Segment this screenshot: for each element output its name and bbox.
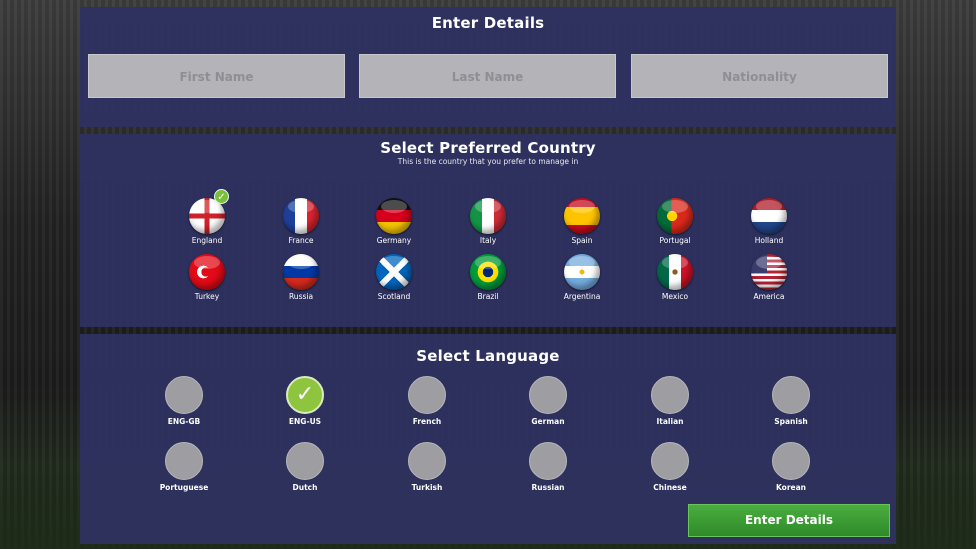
language-label: Spanish [774, 417, 808, 426]
radio-circle [408, 442, 446, 480]
france-flag-icon [283, 198, 319, 234]
language-label: ENG-US [288, 417, 322, 426]
language-turkish[interactable]: Turkish [387, 442, 467, 492]
germany-flag-icon [376, 198, 412, 234]
selected-check-icon: ✓ [214, 189, 229, 204]
usa-flag-icon [751, 254, 787, 290]
radio-circle [408, 376, 446, 414]
country-label: America [753, 292, 785, 301]
details-panel: Enter Details First Name Last Name Natio… [80, 7, 896, 127]
details-title: Enter Details [431, 14, 545, 32]
turkey-flag-icon [189, 254, 225, 290]
country-turkey[interactable]: Turkey [177, 254, 237, 301]
country-portugal[interactable]: Portugal [645, 198, 705, 245]
language-chinese[interactable]: Chinese [630, 442, 710, 492]
radio-circle [529, 376, 567, 414]
language-italian[interactable]: Italian [630, 376, 710, 426]
scotland-flag-icon [376, 254, 412, 290]
language-label: Turkish [411, 483, 443, 492]
italy-flag-icon [470, 198, 506, 234]
language-label: Portuguese [159, 483, 209, 492]
country-germany[interactable]: Germany [364, 198, 424, 245]
country-russia[interactable]: Russia [271, 254, 331, 301]
portugal-flag-icon [657, 198, 693, 234]
country-england[interactable]: England [177, 198, 237, 245]
language-label: Dutch [292, 483, 318, 492]
enter-details-button[interactable]: Enter Details [688, 504, 890, 537]
mexico-flag-icon [657, 254, 693, 290]
language-label: Korean [775, 483, 807, 492]
language-russian[interactable]: Russian [508, 442, 588, 492]
country-label: Portugal [659, 236, 691, 245]
language-label: ENG-GB [167, 417, 201, 426]
country-mexico[interactable]: Mexico [645, 254, 705, 301]
country-spain[interactable]: Spain [552, 198, 612, 245]
language-label: Italian [656, 417, 684, 426]
country-label: Turkey [194, 292, 220, 301]
country-label: Spain [571, 236, 593, 245]
radio-circle [772, 442, 810, 480]
country-france[interactable]: France [271, 198, 331, 245]
language-portuguese[interactable]: Portuguese [144, 442, 224, 492]
country-label: Argentina [563, 292, 601, 301]
brazil-flag-icon [470, 254, 506, 290]
radio-circle [286, 442, 324, 480]
radio-circle [651, 442, 689, 480]
radio-circle [772, 376, 810, 414]
radio-circle [651, 376, 689, 414]
country-label: Germany [376, 236, 412, 245]
country-holland[interactable]: Holland [739, 198, 799, 245]
country-label: Brazil [477, 292, 499, 301]
language-label: Chinese [653, 483, 687, 492]
country-label: Holland [754, 236, 784, 245]
language-french[interactable]: French [387, 376, 467, 426]
holland-flag-icon [751, 198, 787, 234]
check-icon: ✓ [286, 376, 324, 414]
language-korean[interactable]: Korean [751, 442, 831, 492]
radio-circle [529, 442, 567, 480]
language-label: French [412, 417, 442, 426]
language-title: Select Language [416, 347, 560, 365]
country-label: Russia [288, 292, 314, 301]
language-german[interactable]: German [508, 376, 588, 426]
language-dutch[interactable]: Dutch [265, 442, 345, 492]
argentina-flag-icon [564, 254, 600, 290]
country-label: England [191, 236, 223, 245]
language-eng-gb[interactable]: ENG-GB [144, 376, 224, 426]
country-america[interactable]: America [739, 254, 799, 301]
language-spanish[interactable]: Spanish [751, 376, 831, 426]
country-label: Scotland [377, 292, 411, 301]
language-label: German [531, 417, 565, 426]
country-italy[interactable]: Italy [458, 198, 518, 245]
spain-flag-icon [564, 198, 600, 234]
country-scotland[interactable]: Scotland [364, 254, 424, 301]
country-label: Mexico [661, 292, 689, 301]
nationality-input[interactable]: Nationality [631, 54, 888, 98]
country-label: Italy [479, 236, 497, 245]
language-eng-us[interactable]: ✓ ENG-US [265, 376, 345, 426]
radio-circle [165, 442, 203, 480]
language-label: Russian [531, 483, 565, 492]
radio-circle [165, 376, 203, 414]
last-name-input[interactable]: Last Name [359, 54, 616, 98]
country-panel: Select Preferred Country This is the cou… [80, 134, 896, 327]
russia-flag-icon [283, 254, 319, 290]
country-label: France [288, 236, 314, 245]
country-argentina[interactable]: Argentina [552, 254, 612, 301]
first-name-input[interactable]: First Name [88, 54, 345, 98]
country-title: Select Preferred Country [380, 139, 596, 157]
country-brazil[interactable]: Brazil [458, 254, 518, 301]
country-subtitle: This is the country that you prefer to m… [397, 157, 579, 166]
